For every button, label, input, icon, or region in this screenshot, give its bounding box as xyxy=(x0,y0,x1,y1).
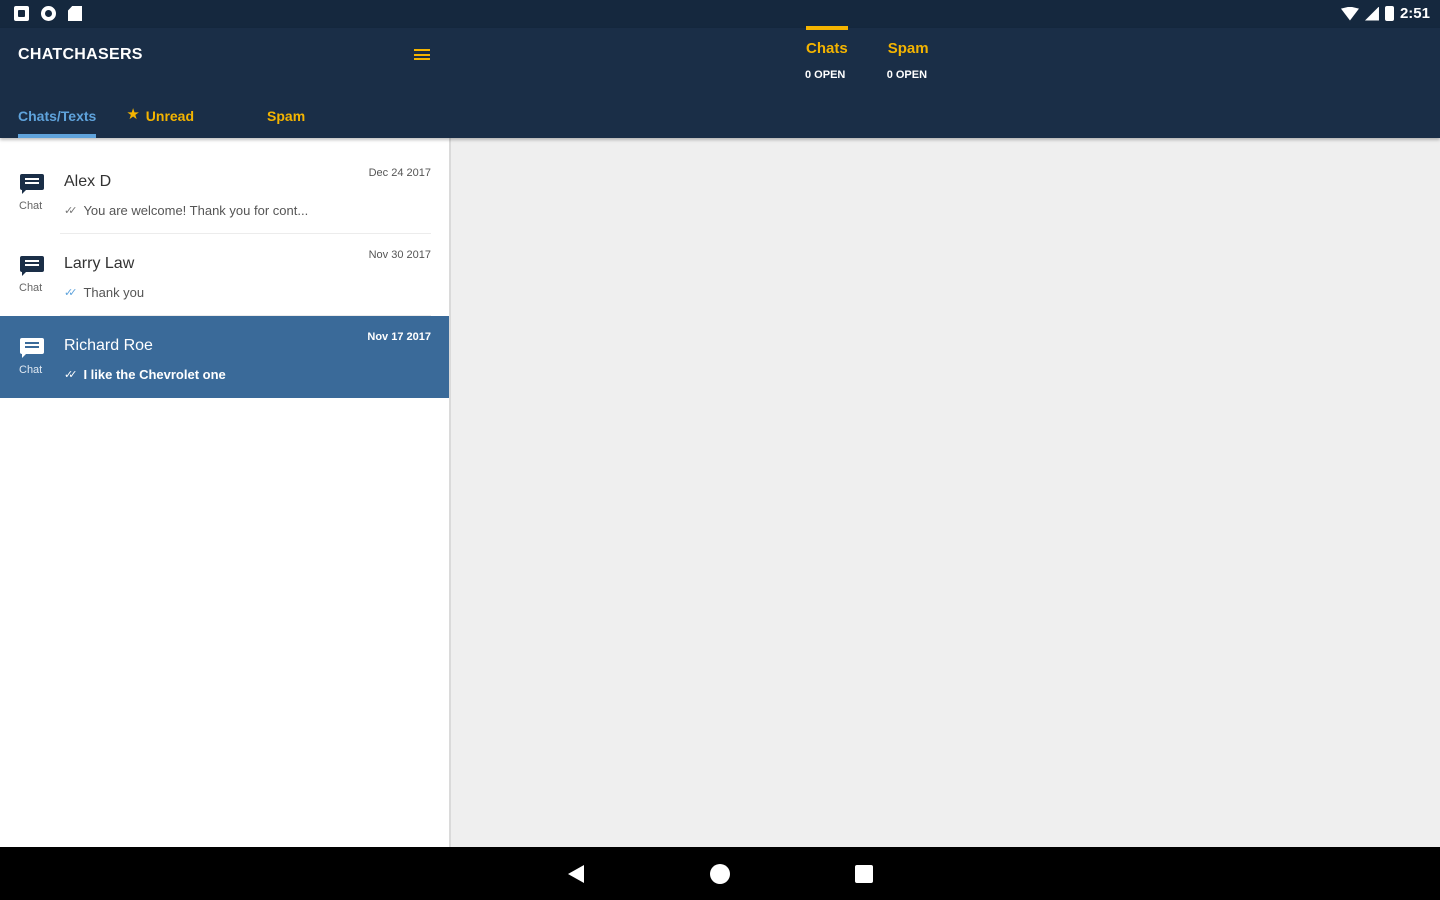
photo-icon xyxy=(14,6,29,21)
chat-list-panel: Chat Alex D Dec 24 2017 ✓✓ You are welco… xyxy=(0,138,451,847)
status-time: 2:51 xyxy=(1399,5,1430,22)
status-bar: 2:51 xyxy=(0,0,1440,28)
preview-text: You are welcome! Thank you for cont... xyxy=(83,203,309,218)
chat-date: Nov 17 2017 xyxy=(367,331,431,343)
list-item-selected[interactable]: Chat Richard Roe Nov 17 2017 ✓✓ I like t… xyxy=(0,315,449,398)
double-check-icon: ✓✓ xyxy=(64,205,78,217)
system-nav-bar xyxy=(0,847,1440,900)
status-system: 2:51 xyxy=(1340,5,1430,22)
preview-text: Thank you xyxy=(83,285,145,300)
queue-tab-spam[interactable]: Spam 0 OPEN xyxy=(882,28,929,81)
contact-name: Richard Roe xyxy=(64,337,153,354)
tab-label: Chats/Texts xyxy=(18,108,97,124)
message-preview: ✓✓ Thank you xyxy=(64,285,144,300)
list-tabs: Chats/Texts ★ Unread Spam xyxy=(0,100,323,138)
queue-tabs: Chats 0 OPEN Spam 0 OPEN xyxy=(800,26,929,81)
chat-list: Chat Alex D Dec 24 2017 ✓✓ You are welco… xyxy=(0,138,449,398)
wifi-icon xyxy=(1340,6,1359,21)
contact-name: Larry Law xyxy=(64,255,135,272)
list-item[interactable]: Chat Alex D Dec 24 2017 ✓✓ You are welco… xyxy=(0,152,449,234)
sd-card-icon xyxy=(68,6,82,21)
tab-unread[interactable]: ★ Unread xyxy=(96,100,212,138)
list-item[interactable]: Chat Larry Law Nov 30 2017 ✓✓ Thank you xyxy=(0,233,449,316)
chat-type-label: Chat xyxy=(19,200,43,212)
star-icon: ★ xyxy=(126,106,140,123)
signal-icon xyxy=(1364,6,1379,21)
queue-count: 0 OPEN xyxy=(805,69,846,81)
ring-icon xyxy=(41,6,56,21)
queue-label: Spam xyxy=(887,40,929,57)
chat-bubble-icon xyxy=(20,174,44,196)
preview-text: I like the Chevrolet one xyxy=(83,367,226,382)
status-notifications xyxy=(14,6,82,21)
tab-chats-texts[interactable]: Chats/Texts xyxy=(0,100,97,138)
queue-label: Chats xyxy=(806,40,848,57)
tab-label: Spam xyxy=(267,108,306,124)
recents-icon[interactable] xyxy=(855,865,873,883)
tab-label: Unread xyxy=(145,108,195,124)
chat-type-label: Chat xyxy=(19,364,43,376)
menu-icon[interactable] xyxy=(414,48,430,61)
queue-tab-chats[interactable]: Chats 0 OPEN xyxy=(800,26,848,81)
queue-count: 0 OPEN xyxy=(886,69,928,81)
chat-type-label: Chat xyxy=(19,282,43,294)
tab-spam[interactable]: Spam xyxy=(212,100,323,138)
back-icon[interactable] xyxy=(568,865,584,883)
chat-bubble-icon xyxy=(20,256,44,278)
app-header: CHATCHASERS Chats/Texts ★ Unread Spam Ch… xyxy=(0,26,1440,138)
app-title: CHATCHASERS xyxy=(18,46,143,63)
home-icon[interactable] xyxy=(710,864,730,884)
double-check-icon: ✓✓ xyxy=(64,287,78,299)
conversation-detail-panel xyxy=(453,138,1440,847)
chat-date: Dec 24 2017 xyxy=(368,167,431,179)
chat-date: Nov 30 2017 xyxy=(368,249,431,261)
message-preview: ✓✓ I like the Chevrolet one xyxy=(64,367,226,382)
battery-icon xyxy=(1384,6,1394,21)
double-check-icon: ✓✓ xyxy=(64,369,78,381)
chat-bubble-icon xyxy=(20,338,44,360)
contact-name: Alex D xyxy=(64,173,112,190)
message-preview: ✓✓ You are welcome! Thank you for cont..… xyxy=(64,203,308,218)
